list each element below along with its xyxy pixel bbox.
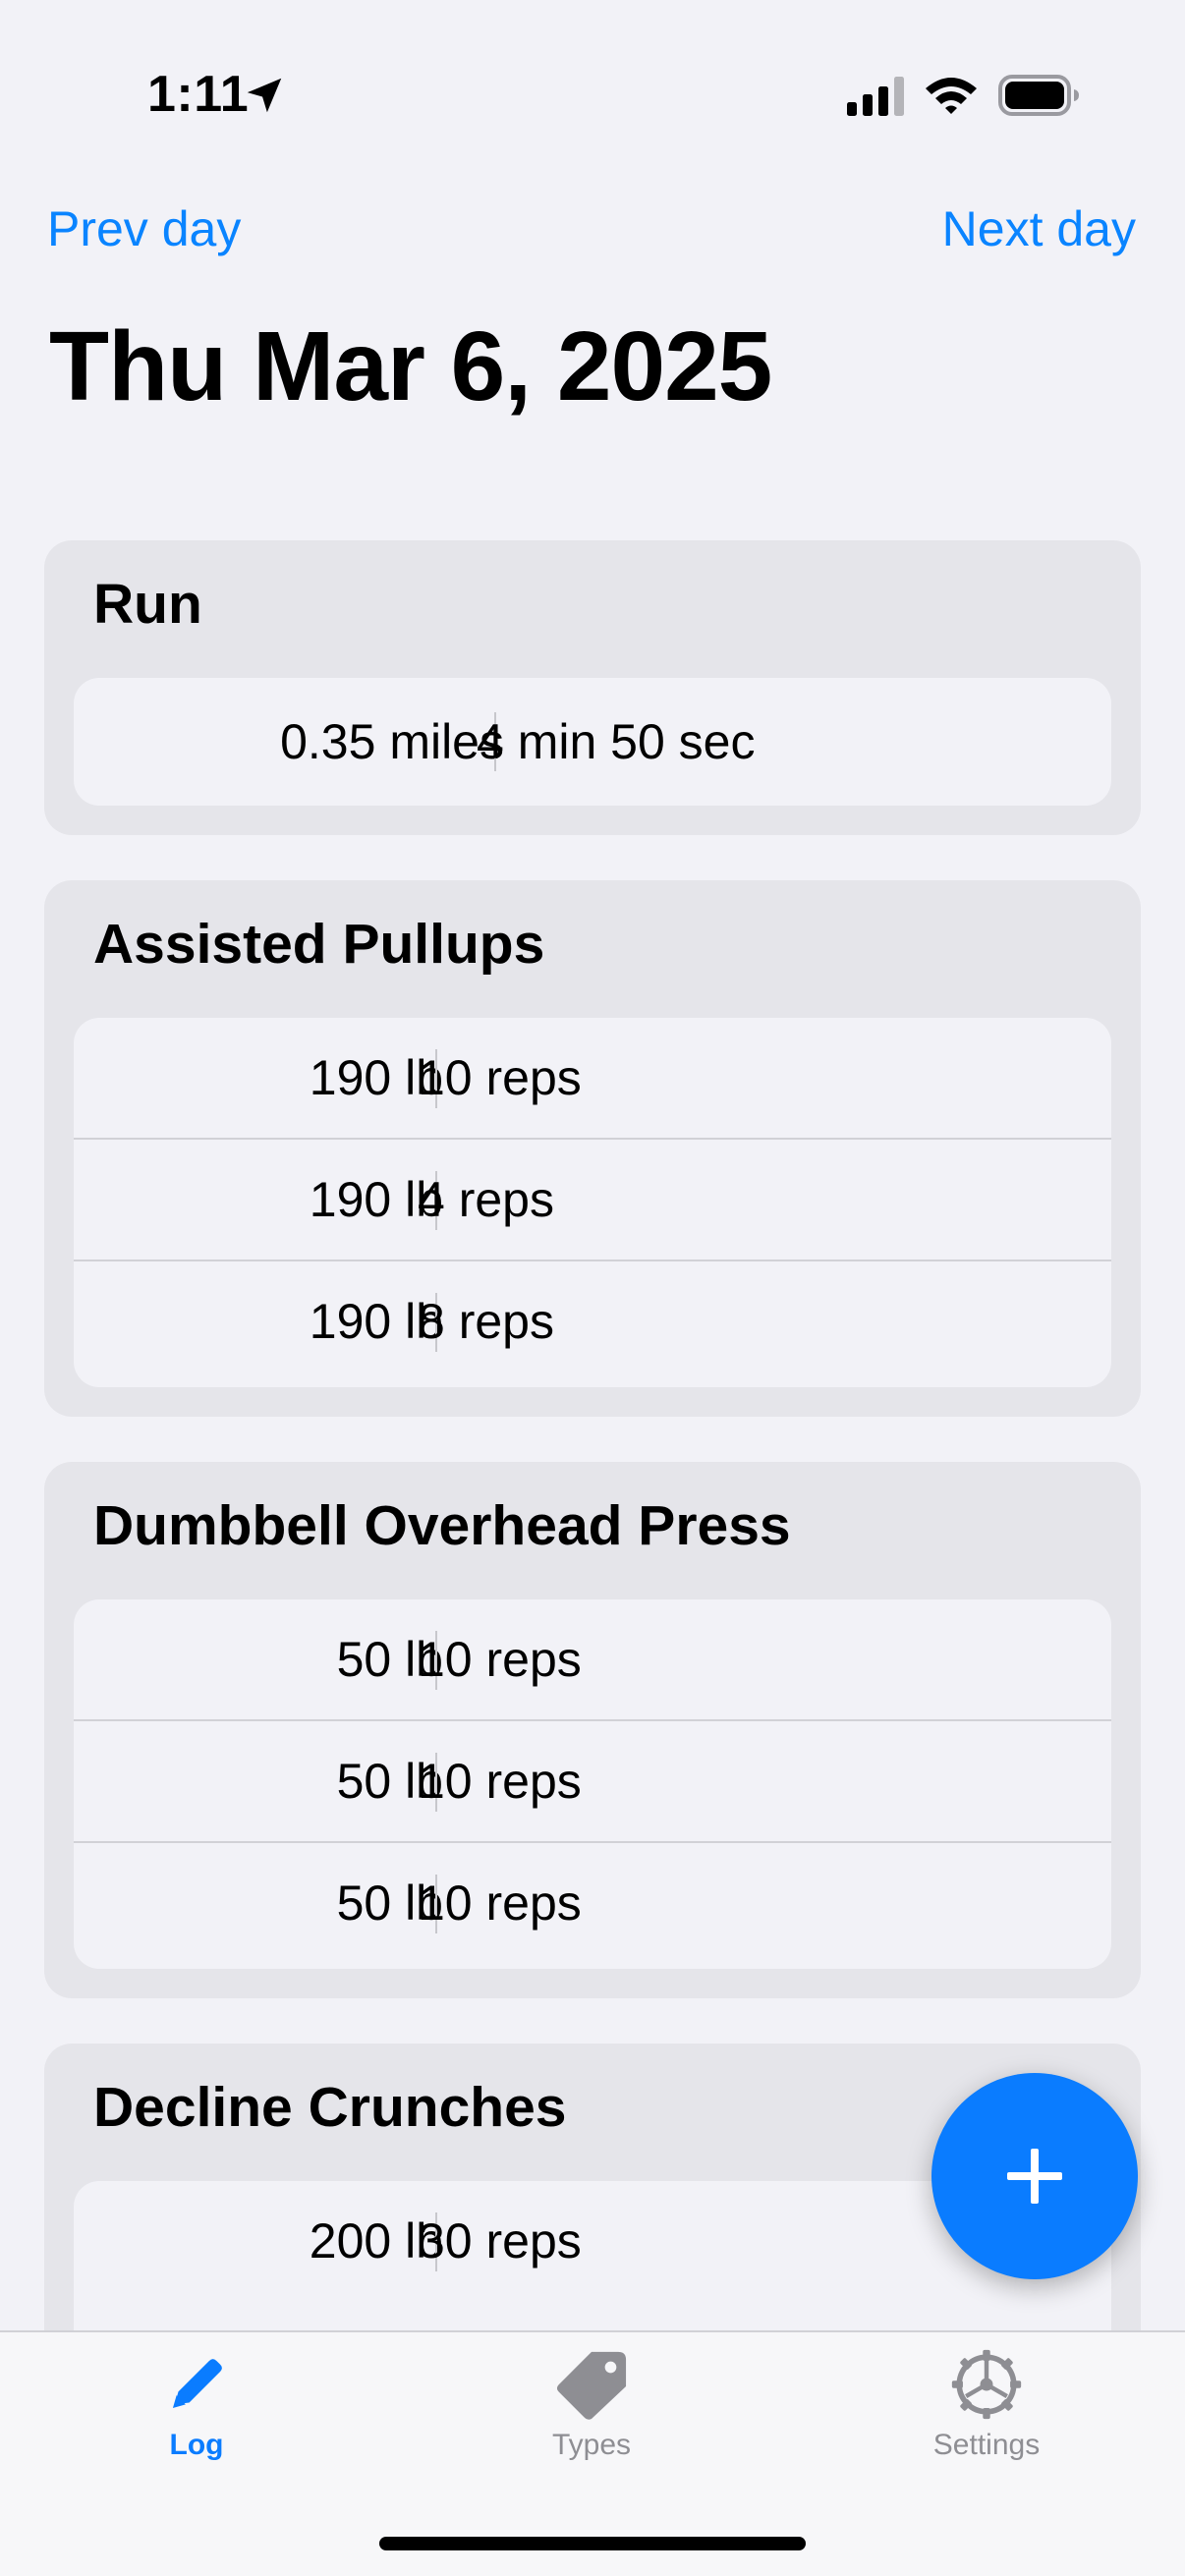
set-duration: 4 min 50 sec [477,714,756,769]
location-arrow-icon [247,78,282,113]
status-time: 1:11 [147,66,250,123]
exercise-title: Run [93,573,202,636]
exercise-title: Decline Crunches [93,2076,567,2139]
exercise-title: Dumbbell Overhead Press [93,1494,791,1557]
add-exercise-button[interactable] [931,2073,1138,2279]
wifi-icon [926,78,977,114]
exercise-card-dumbbell-overhead-press[interactable]: Dumbbell Overhead Press 50 lb 10 reps 50… [44,1462,1141,1998]
set-row[interactable]: 50 lb 10 reps [74,1721,1111,1843]
set-row[interactable]: 190 lb 8 reps [74,1261,1111,1383]
tab-settings[interactable]: Settings [859,2348,1114,2495]
log-screen: 1:11 Prev day Next day Thu Mar 6, 2025 R… [0,0,1185,2576]
sets-list: 190 lb 10 reps 190 lb 4 reps 190 lb 8 re… [74,1018,1111,1387]
status-bar: 1:11 [0,0,1185,187]
set-reps: 10 reps [418,1876,582,1931]
set-row[interactable]: 50 lb 10 reps [74,1843,1111,1965]
set-distance: 0.35 miles [280,714,504,769]
cellular-signal-icon [847,77,904,116]
battery-icon [998,75,1079,116]
tab-log[interactable]: Log [69,2348,324,2495]
set-row[interactable]: 50 lb 10 reps [74,1599,1111,1721]
set-reps: 30 reps [418,2213,582,2268]
prev-day-button[interactable]: Prev day [47,200,241,257]
tab-label: Types [551,2429,632,2461]
tab-label: Log [169,2429,224,2461]
set-reps: 4 reps [418,1172,554,1227]
set-reps: 10 reps [418,1050,582,1105]
exercise-card-run[interactable]: Run 0.35 miles 4 min 50 sec [44,540,1141,835]
set-row[interactable]: 190 lb 10 reps [74,1018,1111,1140]
set-reps: 8 reps [418,1294,554,1349]
tab-types[interactable]: Types [464,2348,719,2495]
set-row[interactable]: 0.35 miles 4 min 50 sec [74,678,1111,806]
tag-icon [556,2351,627,2420]
plus-icon [1007,2149,1062,2204]
next-day-button[interactable]: Next day [942,200,1136,257]
exercise-title: Assisted Pullups [93,913,545,976]
exercise-card-assisted-pullups[interactable]: Assisted Pullups 190 lb 10 reps 190 lb 4… [44,880,1141,1417]
set-reps: 10 reps [418,1632,582,1687]
set-reps: 10 reps [418,1754,582,1809]
pencil-icon [172,2359,222,2409]
sets-list: 50 lb 10 reps 50 lb 10 reps 50 lb 10 rep… [74,1599,1111,1969]
set-row[interactable]: 190 lb 4 reps [74,1140,1111,1261]
home-indicator[interactable] [379,2537,806,2550]
page-title: Thu Mar 6, 2025 [49,311,772,421]
gear-icon [951,2349,1022,2420]
tab-label: Settings [932,2429,1041,2461]
sets-list: 0.35 miles 4 min 50 sec [74,678,1111,806]
